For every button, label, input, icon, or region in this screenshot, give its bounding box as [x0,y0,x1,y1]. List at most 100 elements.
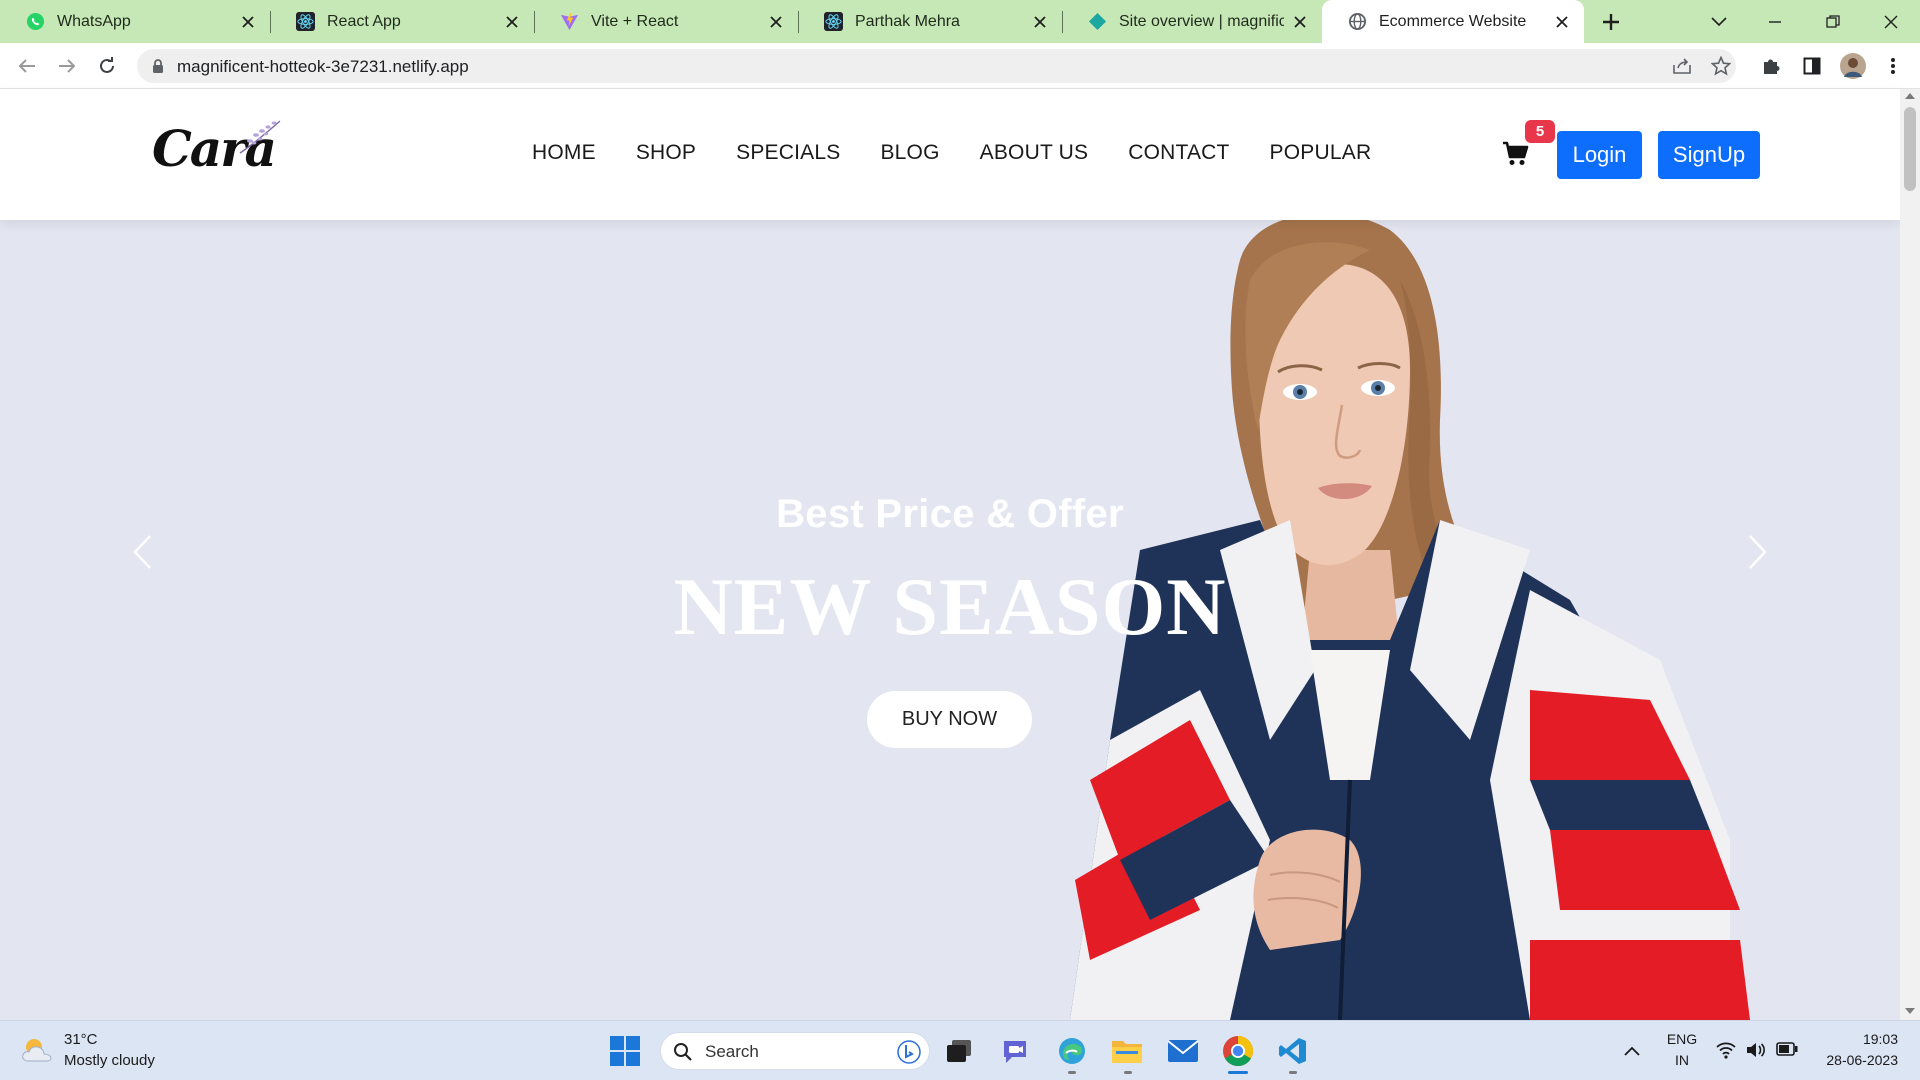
file-explorer-button[interactable] [1108,1032,1146,1070]
edge-icon [1059,1038,1085,1064]
close-icon[interactable] [240,14,256,30]
avatar-icon [1840,53,1866,79]
close-icon[interactable] [1554,14,1570,30]
browser-toolbar: magnificent-hotteok-3e7231.netlify.app [0,43,1920,89]
profile-avatar[interactable] [1838,51,1868,81]
cart-icon[interactable] [1502,141,1530,169]
side-panel-icon [1803,57,1821,75]
side-panel-button[interactable] [1797,51,1827,81]
close-icon[interactable] [768,14,784,30]
scroll-up-arrow-icon [1905,93,1915,99]
hero-carousel: Best Price & Offer NEW SEASON BUY NOW [0,220,1900,1020]
chrome-active-indicator [1228,1071,1248,1074]
menu-button[interactable] [1878,51,1908,81]
edge-running-indicator [1068,1071,1076,1074]
hero-subtitle: Best Price & Offer [776,492,1124,536]
weather-description[interactable]: Mostly cloudy [64,1052,155,1069]
nav-contact[interactable]: CONTACT [1128,141,1229,171]
nav-blog[interactable]: BLOG [880,141,939,171]
page-scrollbar[interactable] [1900,89,1920,1020]
restore-button[interactable] [1818,0,1848,43]
close-icon [1884,15,1898,28]
close-icon[interactable] [1292,14,1308,30]
tab-search-button[interactable] [1704,0,1734,43]
chat-icon [1004,1041,1026,1063]
language-code[interactable]: ENG [1664,1031,1700,1047]
extensions-button[interactable] [1756,51,1786,81]
reload-icon [100,57,114,73]
teams-chat-button[interactable] [996,1032,1034,1070]
cart-count-badge: 5 [1525,120,1555,143]
arrow-right-icon [59,59,76,73]
weather-cloudy-icon[interactable] [20,1035,56,1065]
scroll-down-arrow-icon [1905,1008,1915,1014]
main-nav: HOME SHOP SPECIALS BLOG ABOUT US CONTACT… [532,141,1411,171]
tab-react-app[interactable]: React App [270,0,535,43]
login-button[interactable]: Login [1557,131,1642,179]
nav-popular[interactable]: POPULAR [1270,141,1372,171]
nav-shop[interactable]: SHOP [636,141,696,171]
close-icon[interactable] [504,14,520,30]
tab-vite-react[interactable]: Vite + React [534,0,799,43]
nav-specials[interactable]: SPECIALS [736,141,840,171]
hero-title: NEW SEASON [673,561,1227,652]
back-button[interactable] [12,51,42,81]
close-icon[interactable] [1032,14,1048,30]
forward-button[interactable] [52,51,82,81]
language-region[interactable]: IN [1664,1052,1700,1068]
taskbar-search-box[interactable]: Search [660,1032,930,1070]
wifi-icon[interactable] [1716,1041,1736,1059]
vscode-running-indicator [1289,1071,1297,1074]
signup-button[interactable]: SignUp [1658,131,1760,179]
windows-taskbar: 31°C Mostly cloudy Search ENG IN 19:03 2… [0,1020,1920,1080]
volume-icon[interactable] [1746,1041,1766,1059]
kebab-menu-icon [1891,58,1895,74]
minimize-button[interactable] [1760,0,1790,43]
nav-about-us[interactable]: ABOUT US [980,141,1089,171]
search-icon [674,1043,692,1061]
chevron-up-icon [1624,1046,1640,1056]
scrollbar-thumb[interactable] [1904,107,1916,191]
battery-icon[interactable] [1776,1042,1798,1056]
netlify-icon [1088,12,1107,31]
task-view-button[interactable] [940,1032,978,1070]
tab-parthak-mehra[interactable]: Parthak Mehra [798,0,1063,43]
arrow-left-icon [18,59,35,73]
chrome-icon [1223,1036,1254,1067]
clock-date[interactable]: 28-06-2023 [1808,1052,1898,1068]
clock-time[interactable]: 19:03 [1818,1031,1898,1047]
show-hidden-icons-button[interactable] [1613,1032,1651,1070]
puzzle-icon [1764,59,1780,74]
reload-button[interactable] [92,51,122,81]
start-button[interactable] [606,1032,644,1070]
bing-chat-icon [897,1040,921,1064]
windows-logo-icon [610,1036,640,1066]
explorer-running-indicator [1124,1071,1132,1074]
lavender-icon [239,120,281,154]
browser-tab-strip: WhatsApp React App Vite + React Parthak … [0,0,1920,43]
nav-home[interactable]: HOME [532,141,596,171]
close-window-button[interactable] [1876,0,1906,43]
weather-temperature[interactable]: 31°C [64,1031,98,1048]
bookmark-star-icon[interactable] [1710,55,1732,77]
restore-icon [1826,14,1840,28]
task-view-icon [947,1040,971,1062]
mail-button[interactable] [1164,1032,1202,1070]
edge-button[interactable] [1053,1032,1091,1070]
tab-ecommerce-website[interactable]: Ecommerce Website [1322,0,1584,43]
tab-site-overview[interactable]: Site overview | magnificent [1062,0,1322,43]
tab-whatsapp[interactable]: WhatsApp [0,0,271,43]
tab-title: Ecommerce Website [1379,12,1527,30]
address-bar[interactable]: magnificent-hotteok-3e7231.netlify.app [137,49,1736,83]
vscode-button[interactable] [1274,1032,1312,1070]
buy-now-button[interactable]: BUY NOW [867,691,1032,748]
site-logo[interactable]: Cara [150,117,281,187]
vite-icon [560,12,579,31]
chrome-button[interactable] [1219,1032,1257,1070]
minimize-icon [1769,20,1781,23]
react-icon [296,12,315,31]
lock-icon[interactable] [147,55,169,77]
share-icon[interactable] [1671,55,1693,77]
whatsapp-icon [26,12,45,31]
new-tab-button[interactable] [1596,0,1626,43]
